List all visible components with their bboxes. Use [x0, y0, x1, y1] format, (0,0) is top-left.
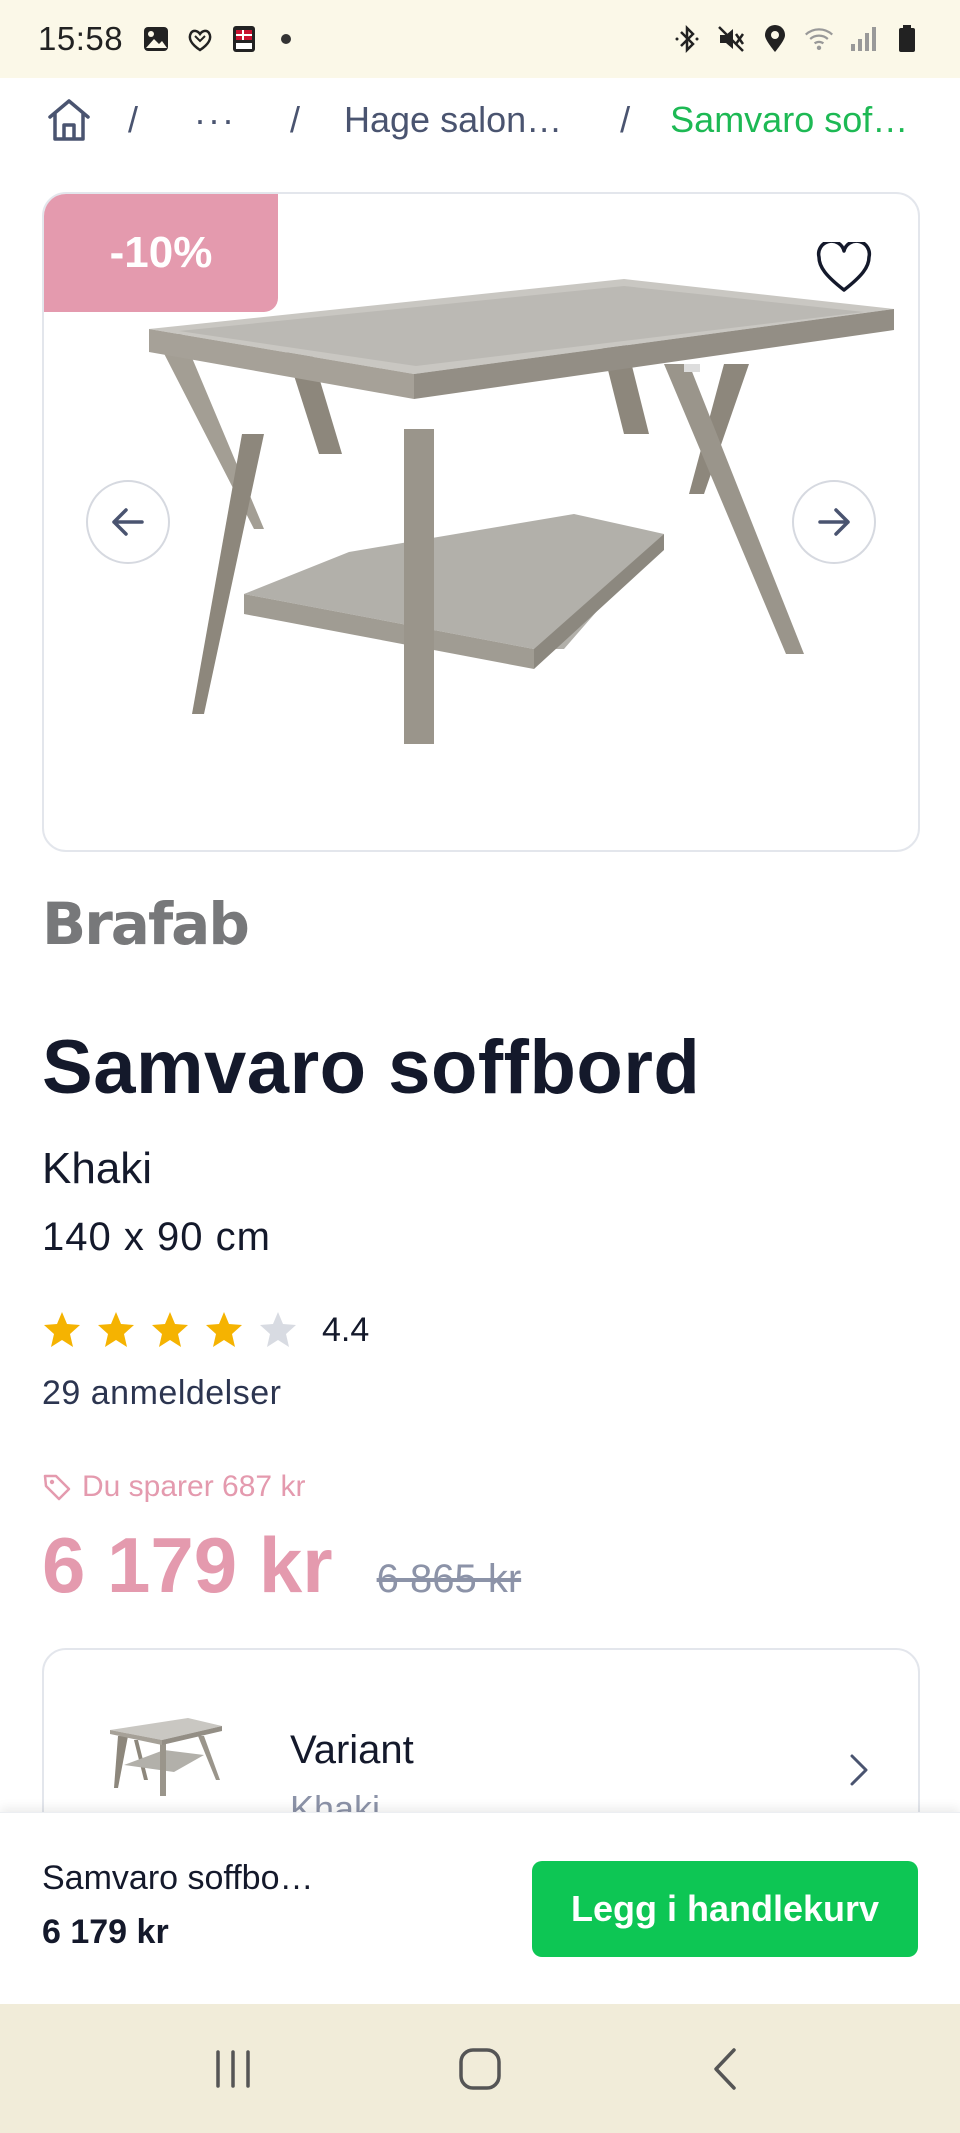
star-icon — [98, 1312, 134, 1347]
status-time: 15:58 — [38, 20, 124, 57]
home-circle-icon — [459, 2047, 501, 2090]
dot-icon — [281, 34, 292, 44]
flag-app-icon — [229, 24, 259, 54]
add-to-cart-button[interactable]: Legg i handlekurv — [532, 1861, 918, 1957]
arrow-right-icon — [818, 508, 850, 536]
breadcrumb-item-hage-salon[interactable]: Hage salon… — [344, 99, 562, 141]
battery-icon — [892, 24, 922, 54]
brand-logo[interactable]: Brafab — [42, 890, 250, 958]
wifi-icon — [804, 24, 834, 54]
breadcrumb-separator: / — [128, 99, 139, 140]
product-size: 140 x 90 cm — [42, 1215, 271, 1259]
product-image-carousel: -10% — [42, 192, 920, 852]
star-icon — [44, 1312, 80, 1347]
bluetooth-icon — [672, 24, 702, 54]
back-icon — [713, 2047, 736, 2090]
system-nav-bar — [0, 2004, 960, 2133]
product-title: Samvaro soffbord — [42, 1025, 701, 1110]
variant-label: Variant — [290, 1728, 414, 1772]
breadcrumb-ellipsis[interactable]: ··· — [194, 99, 236, 141]
home-button[interactable] — [440, 2029, 520, 2109]
favorite-button[interactable] — [814, 238, 874, 298]
price-row: 6 179 kr 6 865 kr — [42, 1520, 521, 1611]
discount-badge: -10% — [44, 194, 278, 312]
signal-icon — [848, 24, 878, 54]
previous-image-button[interactable] — [86, 480, 170, 564]
status-right-icons — [672, 24, 922, 54]
product-color: Khaki — [42, 1144, 153, 1193]
next-image-button[interactable] — [792, 480, 876, 564]
breadcrumb: / ··· / Hage salon… / Samvaro sof… — [0, 82, 960, 158]
star-empty-icon — [260, 1312, 296, 1347]
old-price: 6 865 kr — [376, 1557, 522, 1601]
location-icon — [760, 24, 790, 54]
home-icon[interactable] — [44, 94, 96, 146]
variant-thumbnail — [110, 1718, 222, 1796]
arrow-left-icon — [112, 508, 144, 536]
sticky-cart-bar: Samvaro soffbo… 6 179 kr Legg i handleku… — [0, 1812, 960, 2004]
savings-text: Du sparer 687 kr — [82, 1470, 306, 1503]
review-count-link[interactable]: 29 anmeldelser — [42, 1374, 281, 1413]
current-price: 6 179 kr — [42, 1521, 333, 1609]
breadcrumb-separator: / — [289, 99, 300, 140]
rating-value: 4.4 — [322, 1310, 370, 1349]
recent-apps-icon — [216, 2049, 251, 2088]
back-button[interactable] — [687, 2029, 767, 2109]
star-icon — [206, 1312, 242, 1347]
star-icon — [152, 1312, 188, 1347]
tag-icon — [43, 1474, 71, 1501]
rating-stars[interactable]: 4.4 — [42, 1310, 369, 1350]
status-left-icons — [141, 24, 292, 54]
heart-icon — [816, 242, 872, 292]
savings-label: Du sparer 687 kr — [42, 1470, 305, 1504]
breadcrumb-current: Samvaro sof… — [670, 99, 909, 140]
cart-bar-product-name: Samvaro soffbo… — [42, 1859, 314, 1897]
status-bar: 15:58 — [0, 0, 960, 78]
recent-apps-button[interactable] — [193, 2029, 273, 2109]
gallery-icon — [141, 24, 171, 54]
breadcrumb-separator: / — [620, 99, 631, 140]
mute-icon — [716, 24, 746, 54]
chevron-right-icon — [850, 1754, 868, 1786]
product-image — [149, 279, 894, 744]
cart-bar-price: 6 179 kr — [42, 1913, 169, 1951]
hands-icon — [185, 24, 215, 54]
